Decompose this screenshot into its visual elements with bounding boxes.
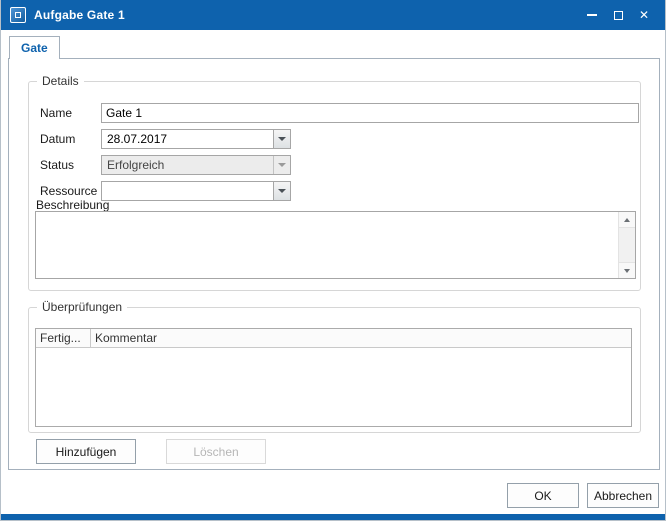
close-icon: ✕ xyxy=(639,9,649,21)
datum-value: 28.07.2017 xyxy=(107,130,167,148)
status-combo-arrow-button xyxy=(273,156,290,174)
chevron-down-icon xyxy=(278,189,286,193)
cancel-button[interactable]: Abbrechen xyxy=(587,483,659,508)
datum-label: Datum xyxy=(40,129,75,149)
checks-legend: Überprüfungen xyxy=(37,300,127,315)
ressource-combo[interactable] xyxy=(101,181,291,201)
scroll-down-button[interactable] xyxy=(619,262,635,278)
window-title: Aufgabe Gate 1 xyxy=(34,8,125,22)
name-input[interactable] xyxy=(101,103,639,123)
tab-panel: Details Name Datum 28.07.2017 Status Erf… xyxy=(8,58,660,470)
titlebar[interactable]: Aufgabe Gate 1 ✕ xyxy=(1,0,665,30)
ok-button[interactable]: OK xyxy=(507,483,579,508)
column-header-kommentar[interactable]: Kommentar xyxy=(91,329,631,347)
vertical-scrollbar[interactable] xyxy=(618,212,635,278)
datum-combo[interactable]: 28.07.2017 xyxy=(101,129,291,149)
close-button[interactable]: ✕ xyxy=(631,0,657,30)
status-value: Erfolgreich xyxy=(107,156,164,174)
scroll-up-icon xyxy=(624,218,630,222)
window-controls: ✕ xyxy=(579,0,665,30)
table-header: Fertig... Kommentar xyxy=(36,329,631,348)
add-button[interactable]: Hinzufügen xyxy=(36,439,136,464)
chevron-down-icon xyxy=(278,163,286,167)
background-window-edge xyxy=(1,514,665,521)
maximize-icon xyxy=(614,11,623,20)
details-group: Details Name Datum 28.07.2017 Status Erf… xyxy=(28,81,641,291)
maximize-button[interactable] xyxy=(605,0,631,30)
dialog-window: Aufgabe Gate 1 ✕ Gate Details Name Datum… xyxy=(0,0,666,521)
column-header-fertig[interactable]: Fertig... xyxy=(36,329,91,347)
beschreibung-textarea[interactable] xyxy=(36,212,618,278)
scroll-down-icon xyxy=(624,269,630,273)
beschreibung-label: Beschreibung xyxy=(36,198,109,212)
tab-gate-label: Gate xyxy=(21,41,48,55)
app-logo-icon xyxy=(15,12,21,18)
tab-gate[interactable]: Gate xyxy=(9,36,60,59)
delete-button: Löschen xyxy=(166,439,266,464)
chevron-down-icon xyxy=(278,137,286,141)
name-label: Name xyxy=(40,103,72,123)
status-label: Status xyxy=(40,155,74,175)
table-body xyxy=(36,348,631,426)
minimize-icon xyxy=(587,14,597,16)
checks-table: Fertig... Kommentar xyxy=(35,328,632,427)
ressource-combo-arrow-button[interactable] xyxy=(273,182,290,200)
scroll-up-button[interactable] xyxy=(619,212,635,228)
checks-group: Überprüfungen Fertig... Kommentar xyxy=(28,307,641,433)
details-legend: Details xyxy=(37,74,84,89)
app-icon[interactable] xyxy=(10,7,26,23)
datum-combo-arrow-button[interactable] xyxy=(273,130,290,148)
beschreibung-field xyxy=(35,211,636,279)
status-combo: Erfolgreich xyxy=(101,155,291,175)
minimize-button[interactable] xyxy=(579,0,605,30)
